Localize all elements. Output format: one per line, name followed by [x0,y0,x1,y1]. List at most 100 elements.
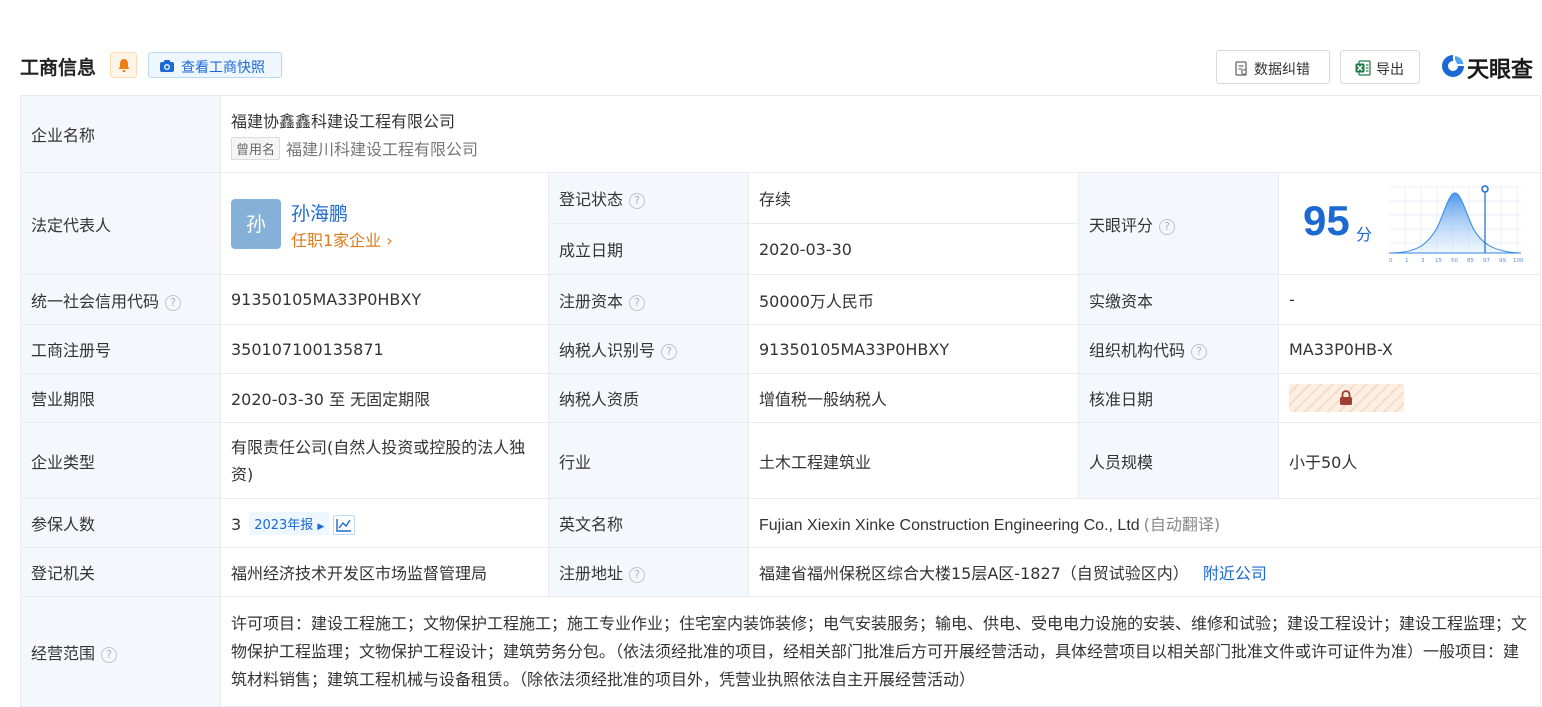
table-row: 统一社会信用代码? 91350105MA33P0HBXY 注册资本? 50000… [20,274,1542,325]
score-value: 95 [1303,197,1350,244]
founded-value: 2020-03-30 [748,223,1079,275]
table-row: 工商注册号 350107100135871 纳税人识别号? 91350105MA… [20,324,1542,374]
legal-rep-label: 法定代表人 [20,172,221,275]
english-name-cell: Fujian Xiexin Xinke Construction Enginee… [747,498,1542,548]
export-button[interactable]: 导出 [1340,50,1420,84]
address-label-cell: 注册地址? [548,547,749,597]
help-icon[interactable]: ? [165,294,182,311]
paid-capital-value: - [1277,274,1542,325]
lock-icon [1340,390,1352,405]
data-correct-button[interactable]: 数据纠错 [1216,50,1330,84]
org-code-value: MA33P0HB-X [1277,324,1542,374]
trend-chart-button[interactable] [333,514,356,535]
reg-capital-value: 50000万人民币 [748,274,1079,325]
help-icon[interactable]: ? [661,344,678,360]
biz-term-value: 2020-03-30 至 无固定期限 [220,373,549,423]
caret-right-icon: ▶ [317,521,325,532]
staff-size-label: 人员规模 [1078,422,1279,499]
legal-rep-positions: 任职1家企业 [291,230,382,250]
former-name-tag: 曾用名 [231,137,281,160]
score-tick: 100 [1513,258,1524,264]
view-snapshot-button[interactable]: 查看工商快照 [148,52,282,78]
table-row: 企业类型 有限责任公司(自然人投资或控股的法人独资) 行业 土木工程建筑业 人员… [20,422,1542,499]
former-name-value: 福建川科建设工程有限公司 [286,140,479,159]
biz-reg-no-value: 350107100135871 [220,324,549,374]
score-label-cell: 天眼评分? [1078,172,1279,275]
table-row: 参保人数 3 2023年报 ▶ 英文名称 Fujian Xiexin Xinke … [20,498,1542,548]
insured-label: 参保人数 [20,498,221,548]
address-cell: 福建省福州保税区综合大楼15层A区-1827（自贸试验区内） 附近公司 [747,547,1542,597]
help-icon[interactable]: ? [1191,344,1208,360]
tianyancha-logo[interactable]: 天眼查 [1440,50,1540,83]
org-code-label: 组织机构代码 [1089,341,1186,360]
logo-text: 天眼查 [1467,58,1534,83]
score-tick: 50 [1451,258,1458,264]
registrar-value: 福州经济技术开发区市场监督管理局 [220,547,549,597]
biz-term-label: 营业期限 [20,373,221,423]
avatar[interactable]: 孙 [231,198,281,249]
company-type-label: 企业类型 [20,422,221,499]
approval-date-cell [1277,373,1542,423]
company-name-value: 福建协鑫鑫科建设工程有限公司 [231,112,456,131]
data-correct-label: 数据纠错 [1254,62,1310,78]
scope-value: 许可项目：建设工程施工；文物保护工程施工；施工专业作业；住宅室内装饰装修；电气安… [219,596,1542,707]
credit-code-label: 统一社会信用代码 [31,291,160,311]
reg-capital-label-cell: 注册资本? [548,274,749,325]
taxpayer-id-value: 91350105MA33P0HBXY [748,324,1079,374]
help-icon[interactable]: ? [629,294,646,311]
taxpayer-id-label-cell: 纳税人识别号? [548,324,749,374]
score-cell[interactable]: 95 分 0 1 3 15 50 85 97 99 100 [1277,172,1542,275]
table-row: 营业期限 2020-03-30 至 无固定期限 纳税人资质 增值税一般纳税人 核… [20,373,1542,423]
section-title: 工商信息 [20,57,97,79]
former-name: 曾用名 福建川科建设工程有限公司 [231,136,1530,160]
company-name-label: 企业名称 [20,95,221,173]
industry-label: 行业 [548,422,749,499]
logo-mark-icon [1442,55,1464,77]
table-row: 法定代表人 孙 孙海鹏 任职1家企业 › 登记状态? 存续 天眼评分? 95 分 [20,172,1542,275]
bell-icon [118,59,130,72]
annual-report-tag[interactable]: 2023年报 ▶ [249,511,330,535]
help-icon[interactable]: ? [101,646,118,663]
score-tick: 3 [1421,258,1425,264]
insured-cell: 3 2023年报 ▶ [220,498,549,548]
address-label: 注册地址 [559,564,624,583]
table-row: 经营范围? 许可项目：建设工程施工；文物保护工程施工；施工专业作业；住宅室内装饰… [20,596,1542,707]
english-name-value: Fujian Xiexin Xinke Construction Enginee… [759,517,1140,534]
excel-icon [1355,60,1371,76]
section-header: 工商信息 查看工商快照 数据纠错 导出 天眼查 [20,48,1540,84]
trend-chart-icon [336,518,352,532]
approval-date-label: 核准日期 [1078,373,1279,423]
company-name-cell: 福建协鑫鑫科建设工程有限公司 曾用名 福建川科建设工程有限公司 [219,95,1542,173]
taxpayer-id-label: 纳税人识别号 [559,341,656,360]
address-value: 福建省福州保税区综合大楼15层A区-1827（自贸试验区内） [759,564,1189,583]
staff-size-value: 小于50人 [1277,422,1542,499]
reg-status-label: 登记状态 [559,190,624,209]
help-icon[interactable]: ? [629,193,646,209]
business-info-table: 企业名称 福建协鑫鑫科建设工程有限公司 曾用名 福建川科建设工程有限公司 法定代表… [20,95,1542,707]
taxpayer-type-value: 增值税一般纳税人 [748,373,1079,423]
help-icon[interactable]: ? [629,567,646,583]
score-tick: 15 [1435,258,1442,264]
credit-code-label-cell: 统一社会信用代码? [20,274,221,325]
registrar-label: 登记机关 [20,547,221,597]
legal-rep-positions-link[interactable]: 任职1家企业 › [291,227,393,251]
org-code-label-cell: 组织机构代码? [1078,324,1279,374]
company-type-value: 有限责任公司(自然人投资或控股的法人独资) [220,422,549,499]
founded-label: 成立日期 [548,223,749,275]
legal-rep-name-link[interactable]: 孙海鹏 [291,199,348,226]
export-label: 导出 [1376,62,1404,78]
score-tick: 85 [1467,258,1474,264]
subscribe-bell-button[interactable] [110,52,137,78]
reg-status-label-cell: 登记状态? [548,172,749,224]
table-row: 企业名称 福建协鑫鑫科建设工程有限公司 曾用名 福建川科建设工程有限公司 [20,95,1542,173]
nearby-companies-link[interactable]: 附近公司 [1203,564,1267,583]
locked-value-box[interactable] [1289,384,1404,412]
credit-code-value: 91350105MA33P0HBXY [220,274,549,325]
edit-doc-icon [1235,61,1247,76]
paid-capital-label: 实缴资本 [1078,274,1279,325]
help-icon[interactable]: ? [1159,218,1176,235]
table-row: 登记机关 福州经济技术开发区市场监督管理局 注册地址? 福建省福州保税区综合大楼… [20,547,1542,597]
score-tick: 99 [1499,258,1506,264]
view-snapshot-label: 查看工商快照 [181,60,265,76]
insured-value: 3 [231,514,242,534]
